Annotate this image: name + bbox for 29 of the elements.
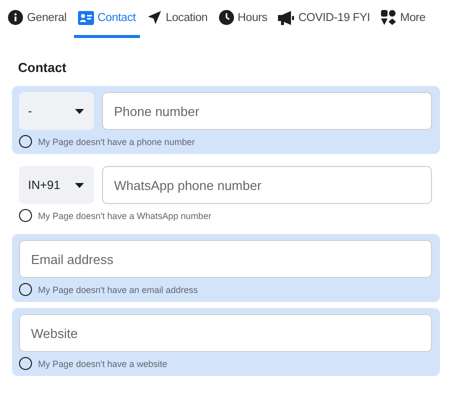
section-title: Contact <box>18 60 68 75</box>
radio-label: My Page doesn't have a website <box>38 358 168 368</box>
tab[interactable]: More <box>377 0 430 38</box>
input-field[interactable]: Phone number <box>102 92 432 130</box>
tab[interactable]: Location <box>142 0 212 38</box>
tab[interactable]: COVID-19 FYI <box>274 0 374 38</box>
megaphone-icon <box>278 10 294 24</box>
radio-label: My Page doesn't have a WhatsApp number <box>38 210 212 220</box>
input-field[interactable]: Website <box>19 314 432 352</box>
caret-icon <box>75 108 84 114</box>
shapes-icon <box>381 10 396 25</box>
radio-button[interactable] <box>19 357 32 370</box>
navigation-arrow-icon <box>146 10 162 25</box>
clock-icon <box>218 10 234 25</box>
country-code-dropdown[interactable]: - <box>19 92 94 130</box>
radio-button[interactable] <box>19 283 32 296</box>
contact-card-icon <box>78 10 94 24</box>
tab[interactable]: General <box>4 0 71 38</box>
caret-icon <box>75 182 84 188</box>
country-code-dropdown[interactable]: IN+91 <box>19 166 94 204</box>
tab[interactable]: Hours <box>214 0 272 38</box>
input-field[interactable]: WhatsApp phone number <box>102 166 432 204</box>
radio-label: My Page doesn't have an email address <box>38 284 198 294</box>
radio-button[interactable] <box>19 209 32 222</box>
input-field[interactable]: Email address <box>19 240 432 278</box>
info-icon <box>8 10 23 25</box>
radio-label: My Page doesn't have a phone number <box>38 136 195 146</box>
tab[interactable]: Contact <box>74 0 140 38</box>
radio-button[interactable] <box>19 135 32 148</box>
